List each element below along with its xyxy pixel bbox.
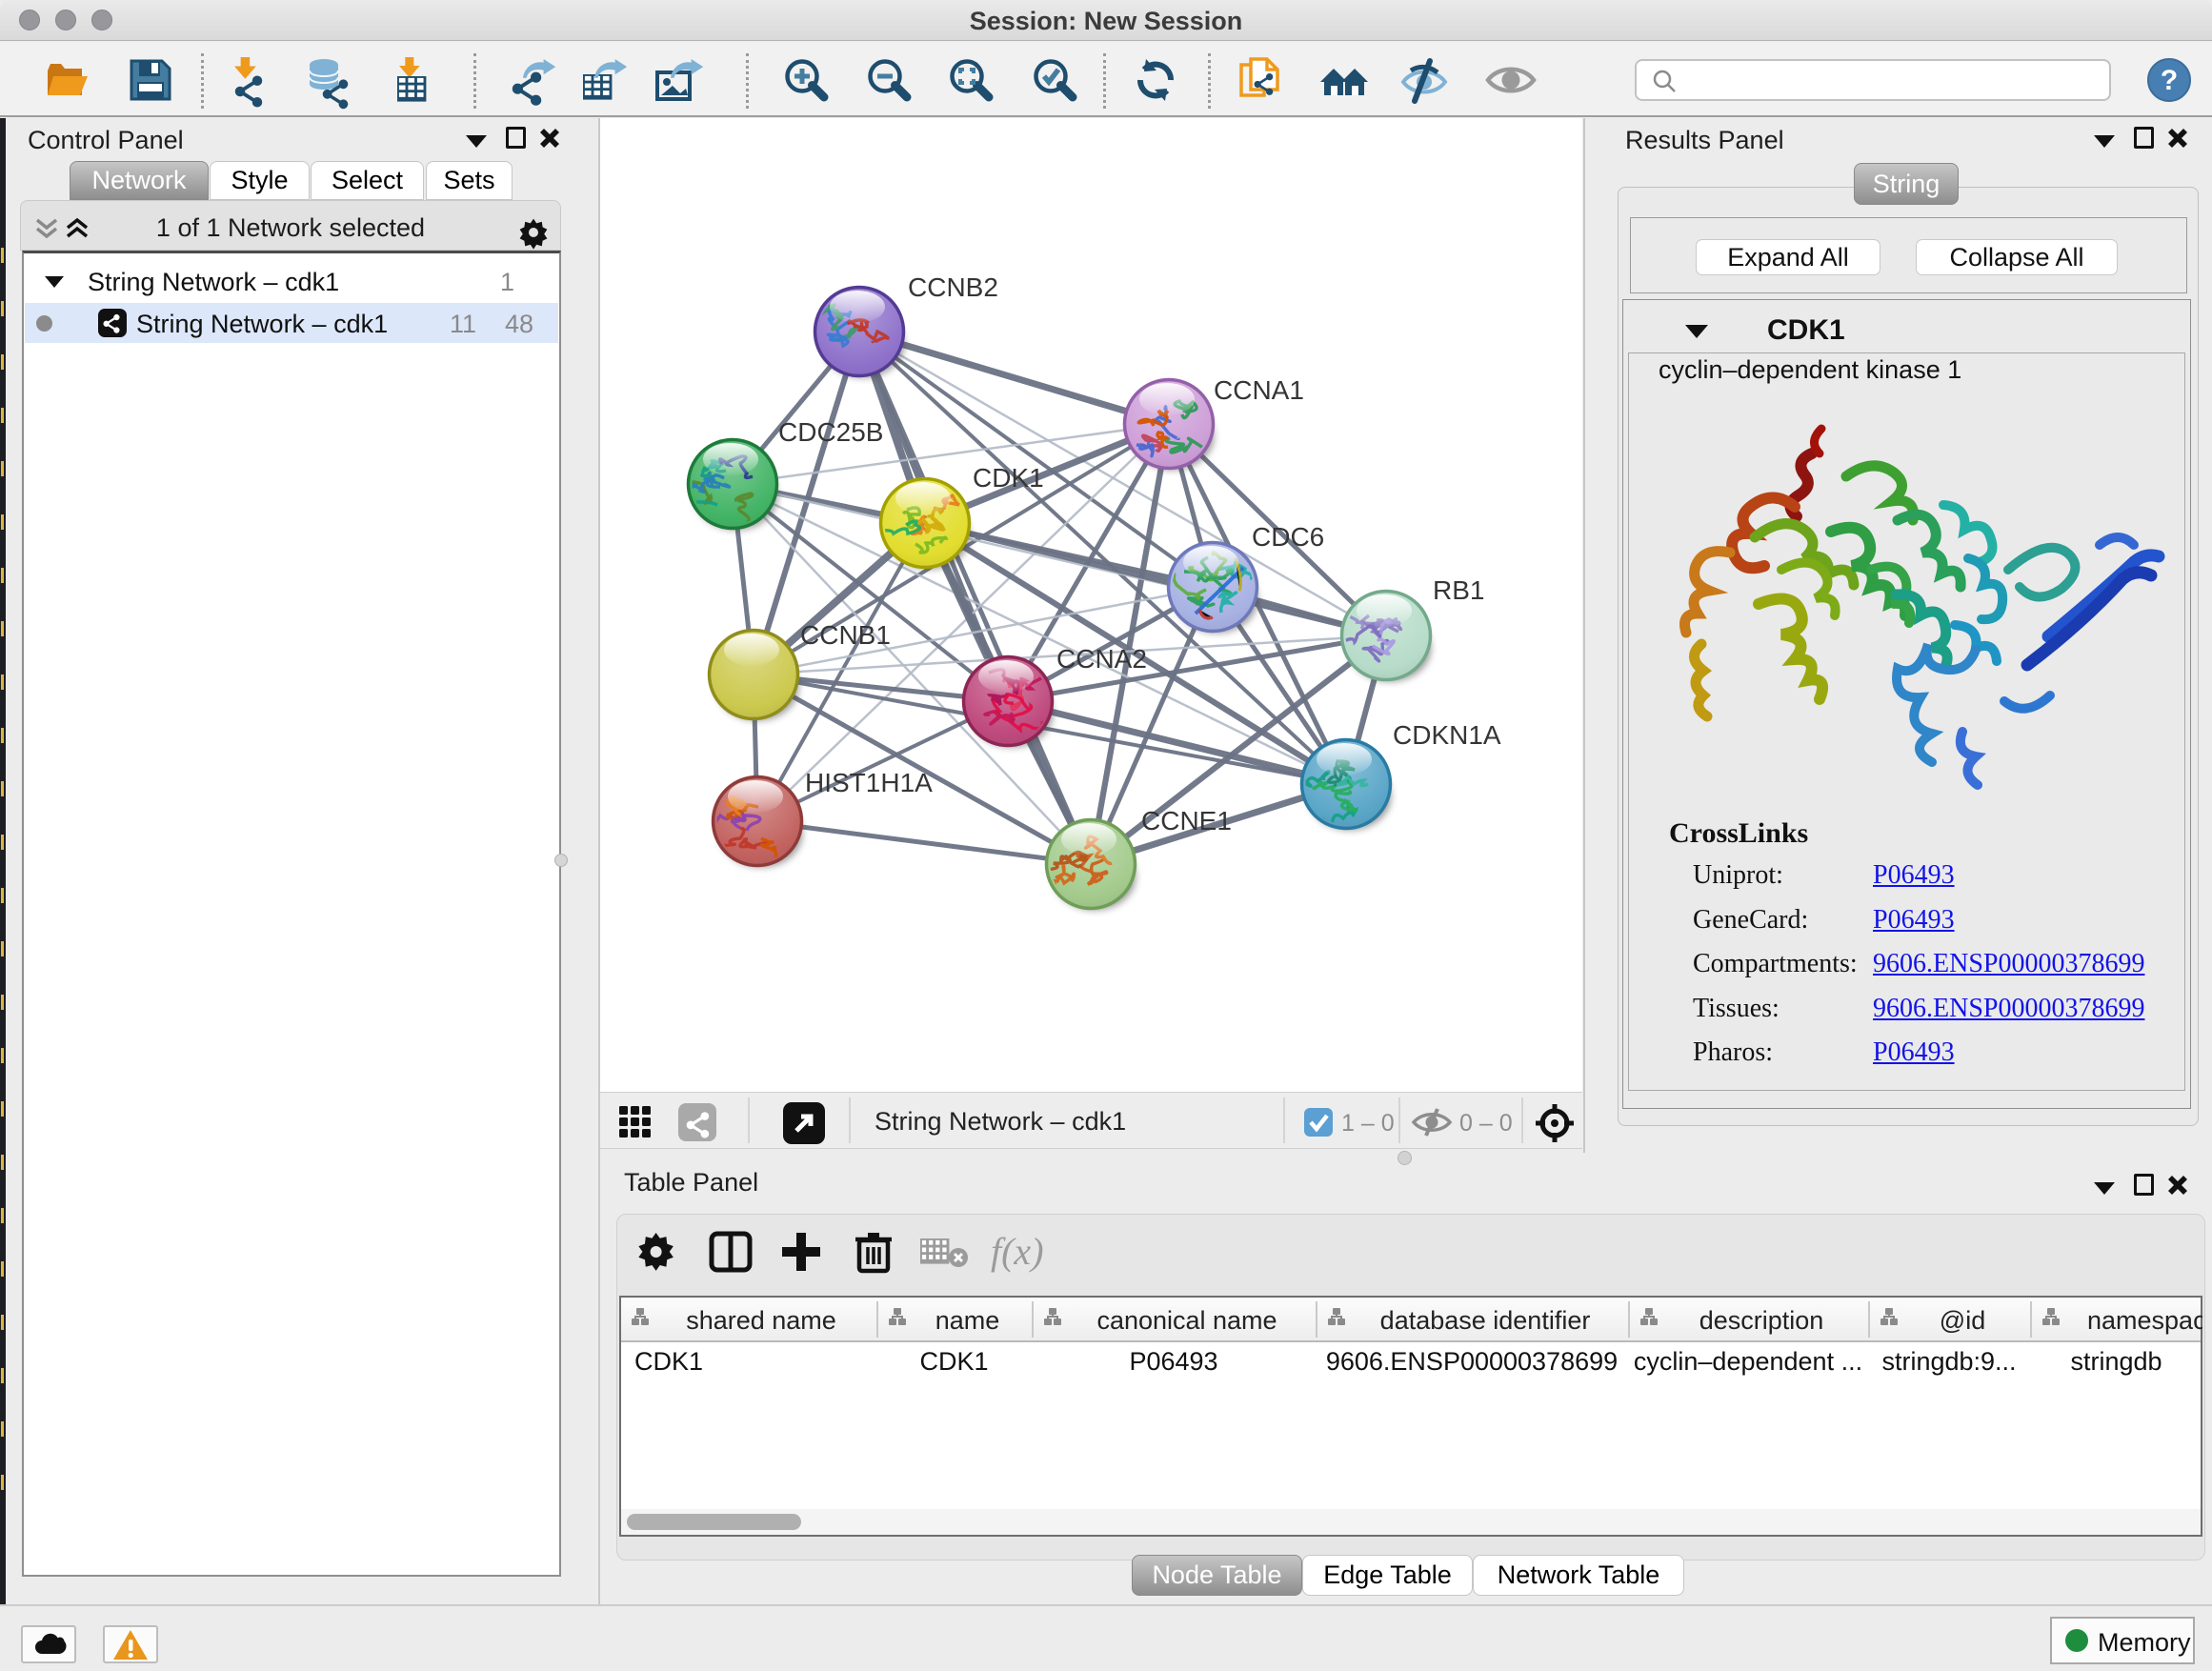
svg-text:CDC6: CDC6 <box>1252 522 1324 552</box>
svg-text:RB1: RB1 <box>1433 575 1484 605</box>
svg-text:CCNB2: CCNB2 <box>908 272 998 302</box>
svg-text:CCNA2: CCNA2 <box>1056 644 1147 674</box>
svg-text:CDC25B: CDC25B <box>778 417 883 447</box>
svg-text:CDK1: CDK1 <box>973 463 1044 493</box>
svg-text:CDKN1A: CDKN1A <box>1393 720 1501 750</box>
svg-text:CCNB1: CCNB1 <box>800 620 891 650</box>
svg-text:?: ? <box>2161 65 2178 96</box>
svg-text:CCNA1: CCNA1 <box>1214 375 1304 405</box>
svg-text:CCNE1: CCNE1 <box>1141 806 1232 836</box>
svg-text:HIST1H1A: HIST1H1A <box>805 768 933 797</box>
